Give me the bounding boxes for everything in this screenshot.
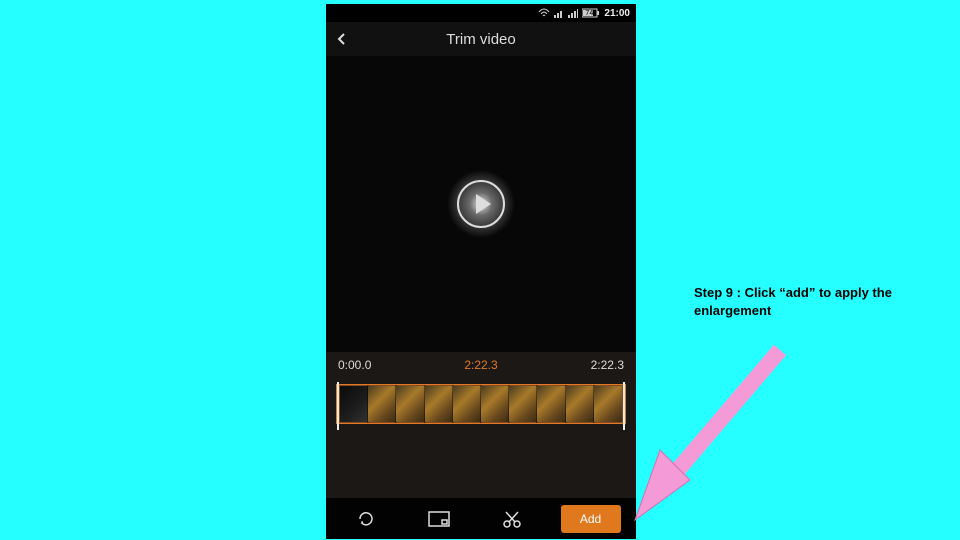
annotation-step-rest: enlargement <box>694 303 771 318</box>
annotation-step-bold: Step 9 : Click “add” to apply the <box>694 285 892 300</box>
trim-handle-right[interactable] <box>623 382 625 430</box>
spacer <box>326 438 636 498</box>
timecodes-row: 0:00.0 2:22.3 2:22.3 <box>326 352 636 378</box>
annotation-text: Step 9 : Click “add” to apply the enlarg… <box>694 284 934 319</box>
timeline-strip[interactable] <box>336 384 626 424</box>
wifi-icon <box>538 8 550 18</box>
add-button-label: Add <box>580 512 601 526</box>
phone-screen: 74 21:00 Trim video 0:00.0 2:22.3 2:22.3 <box>326 4 636 539</box>
timeline-thumb <box>594 386 622 422</box>
time-end: 2:22.3 <box>591 358 624 372</box>
page-title: Trim video <box>326 31 636 48</box>
timeline-thumb <box>396 386 424 422</box>
timeline-thumb <box>340 386 368 422</box>
trim-handle-left[interactable] <box>337 382 339 430</box>
rotate-icon[interactable] <box>342 504 390 534</box>
battery-level: 74 <box>585 10 593 17</box>
timeline-thumb <box>509 386 537 422</box>
timeline-thumb <box>566 386 594 422</box>
title-bar: Trim video <box>326 22 636 56</box>
cut-icon[interactable] <box>488 504 536 534</box>
timeline-area <box>326 378 636 438</box>
status-bar: 74 21:00 <box>326 4 636 22</box>
timeline-thumb <box>537 386 565 422</box>
play-icon[interactable] <box>457 180 505 228</box>
signal-icon <box>554 8 564 18</box>
aspect-icon[interactable] <box>415 504 463 534</box>
timeline-thumb <box>368 386 396 422</box>
time-start: 0:00.0 <box>338 358 371 372</box>
add-button[interactable]: Add <box>561 505 621 533</box>
annotation-arrow <box>620 330 810 530</box>
time-current: 2:22.3 <box>464 358 497 372</box>
back-icon[interactable] <box>332 29 352 49</box>
timeline-thumb <box>425 386 453 422</box>
signal-icon-2 <box>568 8 578 18</box>
status-time: 21:00 <box>604 8 630 19</box>
bottom-toolbar: Add <box>326 498 636 539</box>
timeline-thumb <box>481 386 509 422</box>
timeline-thumb <box>453 386 481 422</box>
video-preview <box>326 56 636 352</box>
battery-icon: 74 <box>582 8 600 18</box>
